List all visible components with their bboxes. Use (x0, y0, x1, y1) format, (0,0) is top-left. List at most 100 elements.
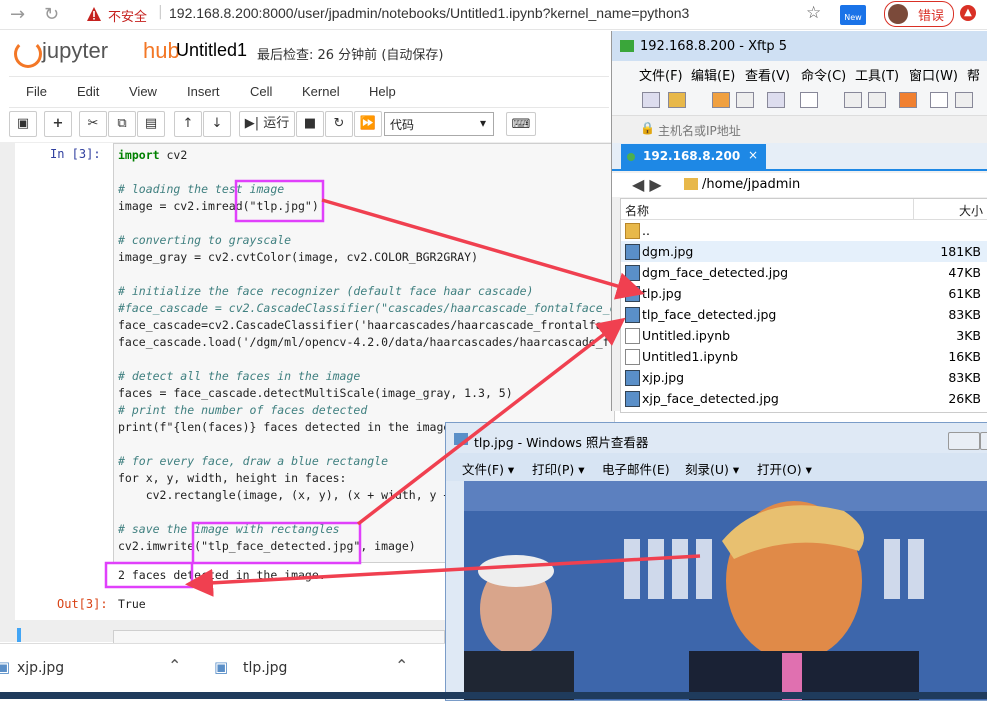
image-file-icon: ▣ (214, 658, 229, 676)
cut-icon[interactable]: ✂ (79, 111, 107, 137)
run-label: 运行 (263, 116, 290, 131)
security-label[interactable]: 不安全 (108, 6, 147, 25)
back-forward-icon[interactable]: ◀ ▶ (632, 175, 662, 194)
close-icon[interactable]: × (748, 148, 758, 162)
image-file-icon (625, 244, 640, 260)
xftp-menu-window[interactable]: 窗口(W) (909, 65, 958, 84)
file-size: 26KB (948, 391, 981, 406)
run-button[interactable]: ▶| 运行 (239, 111, 295, 137)
file-row[interactable]: dgm.jpg 181KB (621, 241, 987, 262)
photo-image (464, 481, 987, 700)
viewer-menu-print[interactable]: 打印(P) ▾ (532, 459, 585, 478)
tab-session[interactable]: 192.168.8.200 × (621, 144, 766, 169)
file-size: 83KB (948, 307, 981, 322)
viewer-titlebar[interactable]: tlp.jpg - Windows 照片查看器 (446, 423, 987, 453)
copy-icon[interactable] (930, 92, 948, 108)
keyword: import (118, 148, 160, 162)
path-bar[interactable]: ◀ ▶ /home/jpadmin (612, 173, 987, 197)
notification-icon[interactable]: ▲ (960, 5, 976, 21)
photo-viewer-window: tlp.jpg - Windows 照片查看器 文件(F) ▾ 打印(P) ▾ … (445, 422, 987, 701)
chevron-up-icon[interactable]: ⌃ (395, 656, 408, 675)
disconnect-icon[interactable] (736, 92, 754, 108)
xftp-menu-view[interactable]: 查看(V) (745, 65, 790, 84)
menu-insert[interactable]: Insert (187, 84, 220, 99)
file-row[interactable]: tlp_face_detected.jpg 83KB (621, 304, 987, 325)
download-icon[interactable] (844, 92, 862, 108)
warning-icon (87, 7, 101, 21)
host-address-bar[interactable]: 🔒 主机名或IP地址 (612, 117, 987, 141)
file-row[interactable]: Untitled1.ipynb 16KB (621, 346, 987, 367)
run-icon: ▶| (244, 116, 260, 131)
viewer-menu-file[interactable]: 文件(F) ▾ (462, 459, 514, 478)
column-name[interactable]: 名称 (625, 202, 649, 219)
open-folder-icon[interactable] (668, 92, 686, 108)
move-down-icon[interactable]: ↓ (203, 111, 231, 137)
xftp-menu-tools[interactable]: 工具(T) (855, 65, 899, 84)
code-line: import cv2 (118, 148, 188, 162)
code-line: # loading the test image (118, 182, 285, 196)
bookmark-star-icon[interactable]: ☆ (806, 3, 821, 23)
xftp-toolbar (612, 85, 987, 116)
code-line: face_cascade=cv2.CascadeClassifier('haar… (118, 318, 615, 332)
document-icon (625, 349, 640, 365)
add-cell-icon[interactable]: + (44, 111, 72, 137)
menu-view[interactable]: View (129, 84, 157, 99)
minimize-button[interactable] (948, 432, 980, 450)
properties-icon[interactable] (767, 92, 785, 108)
terminal-icon[interactable] (800, 92, 818, 108)
code-line: image = cv2.imread("tlp.jpg") (118, 199, 319, 213)
xftp-menu-edit[interactable]: 编辑(E) (691, 65, 735, 84)
file-row[interactable]: xjp.jpg 83KB (621, 367, 987, 388)
profile-error-button[interactable]: 错误 (884, 1, 954, 27)
copy-icon[interactable]: ⧉ (108, 111, 136, 137)
menu-edit[interactable]: Edit (77, 84, 99, 99)
download-item[interactable]: xjp.jpg (17, 660, 64, 676)
save-icon[interactable]: ▣ (9, 111, 37, 137)
menu-file[interactable]: File (26, 84, 47, 99)
fast-forward-icon[interactable]: ⏩ (354, 111, 382, 137)
file-name: Untitled1.ipynb (642, 349, 739, 364)
connect-icon[interactable] (712, 92, 730, 108)
chevron-up-icon[interactable]: ⌃ (168, 656, 181, 675)
menu-kernel[interactable]: Kernel (302, 84, 340, 99)
paste-icon[interactable] (955, 92, 973, 108)
file-row[interactable]: Untitled.ipynb 3KB (621, 325, 987, 346)
file-row[interactable]: .. (621, 220, 987, 241)
refresh-icon[interactable]: ↻ (44, 4, 59, 25)
viewer-menu-open[interactable]: 打开(O) ▾ (757, 459, 812, 478)
xftp-menu-command[interactable]: 命令(C) (801, 65, 846, 84)
download-item[interactable]: tlp.jpg (243, 660, 287, 676)
stop-icon[interactable]: ■ (296, 111, 324, 137)
address-bar[interactable]: 192.168.8.200:8000/user/jpadmin/notebook… (169, 5, 689, 21)
menu-help[interactable]: Help (369, 84, 396, 99)
paste-icon[interactable]: ▤ (137, 111, 165, 137)
file-row[interactable]: dgm_face_detected.jpg 47KB (621, 262, 987, 283)
menu-cell[interactable]: Cell (250, 84, 272, 99)
connected-status-icon (627, 153, 635, 161)
xftp-app-icon (620, 40, 634, 52)
column-divider[interactable] (913, 199, 914, 219)
cell-type-select[interactable]: 代码 ▾ (384, 112, 494, 136)
back-icon[interactable]: → (10, 4, 25, 25)
chevron-down-icon: ▾ (480, 116, 487, 130)
restart-icon[interactable]: ↻ (325, 111, 353, 137)
move-up-icon[interactable]: ↑ (174, 111, 202, 137)
new-session-icon[interactable] (642, 92, 660, 108)
viewer-menubar: 文件(F) ▾ 打印(P) ▾ 电子邮件(E) 刻录(U) ▾ 打开(O) ▾ (446, 453, 987, 481)
xftp-menu-file[interactable]: 文件(F) (639, 65, 683, 84)
maximize-button[interactable] (980, 432, 987, 450)
keyboard-icon[interactable]: ⌨ (506, 112, 536, 136)
file-name: dgm.jpg (642, 244, 694, 259)
code-line: # for every face, draw a blue rectangle (118, 454, 389, 468)
file-row[interactable]: tlp.jpg 61KB (621, 283, 987, 304)
column-size[interactable]: 大小 (959, 202, 983, 219)
viewer-menu-burn[interactable]: 刻录(U) ▾ (685, 459, 739, 478)
file-name: .. (642, 223, 650, 238)
notebook-title[interactable]: Untitled1 (176, 40, 247, 61)
xftp-titlebar[interactable]: 192.168.8.200 - Xftp 5 (612, 31, 987, 61)
transfer-icon[interactable] (899, 92, 917, 108)
file-row[interactable]: xjp_face_detected.jpg 26KB (621, 388, 987, 409)
upload-icon[interactable] (868, 92, 886, 108)
viewer-menu-email[interactable]: 电子邮件(E) (602, 459, 670, 478)
extension-new-icon[interactable]: New (840, 5, 866, 25)
